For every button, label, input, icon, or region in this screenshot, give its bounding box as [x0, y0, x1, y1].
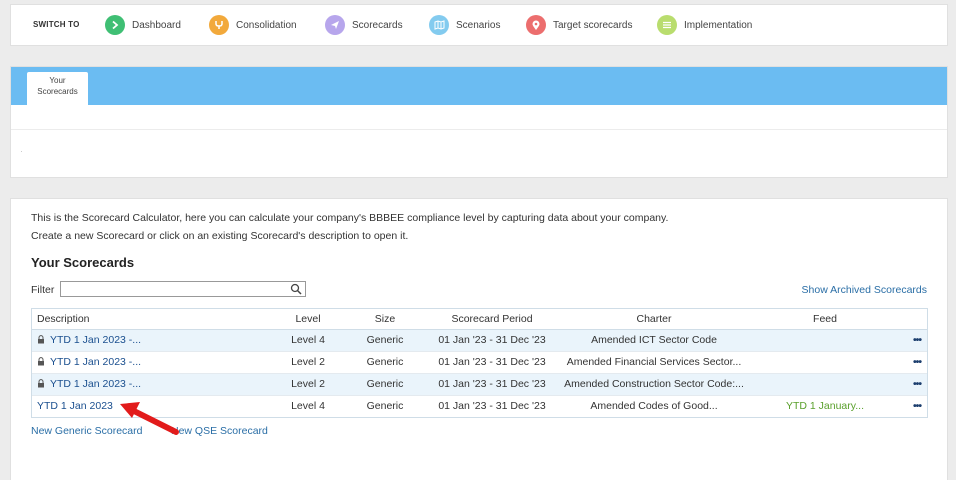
tabs-panel: Your Scorecards — [10, 66, 948, 178]
size-cell: Generic — [366, 356, 404, 368]
lock-icon — [38, 379, 44, 388]
map-icon — [429, 15, 449, 35]
level-cell: Level 4 — [291, 334, 325, 346]
tab-your-scorecards[interactable]: Your Scorecards — [27, 72, 88, 105]
show-archived-link[interactable]: Show Archived Scorecards — [802, 284, 927, 296]
paper-plane-icon — [325, 15, 345, 35]
intro-text-line2: Create a new Scorecard or click on an ex… — [31, 230, 409, 242]
col-period[interactable]: Scorecard Period — [427, 309, 557, 329]
chevron-right-icon — [105, 15, 125, 35]
row-menu-icon[interactable]: ••• — [910, 330, 924, 351]
table-row: YTD 1 Jan 2023 -... Level 2 Generic 01 J… — [32, 374, 927, 396]
level-cell: Level 4 — [291, 400, 325, 412]
table-header: Description Level Size Scorecard Period … — [32, 309, 927, 330]
switch-dashboard[interactable]: Dashboard — [105, 15, 181, 35]
tab-strip: Your Scorecards — [11, 67, 947, 105]
size-cell: Generic — [366, 334, 404, 346]
charter-cell: Amended ICT Sector Code — [591, 334, 717, 346]
col-charter[interactable]: Charter — [554, 309, 754, 329]
switch-scenarios-label: Scenarios — [456, 19, 501, 31]
switch-dashboard-label: Dashboard — [132, 19, 181, 31]
charter-cell: Amended Construction Sector Code:... — [564, 378, 744, 390]
red-arrow-annotation — [120, 402, 179, 435]
switch-consolidation-label: Consolidation — [236, 19, 297, 31]
level-cell: Level 2 — [291, 356, 325, 368]
description-cell: YTD 1 Jan 2023 -... — [37, 330, 141, 351]
switch-consolidation[interactable]: Consolidation — [209, 15, 297, 35]
filter-label: Filter — [31, 284, 55, 296]
switch-scorecards[interactable]: Scorecards — [325, 15, 403, 35]
intro-text-line1: This is the Scorecard Calculator, here y… — [31, 212, 669, 224]
col-description[interactable]: Description — [37, 309, 90, 329]
row-menu-icon[interactable]: ••• — [910, 396, 924, 417]
new-qse-scorecard-link[interactable]: New QSE Scorecard — [171, 425, 268, 437]
period-cell: 01 Jan '23 - 31 Dec '23 — [438, 378, 546, 390]
divider — [11, 129, 947, 130]
switch-to-label: SWITCH TO — [33, 20, 80, 29]
fork-icon — [209, 15, 229, 35]
feed-link[interactable]: YTD 1 January... — [786, 400, 864, 412]
description-link[interactable]: YTD 1 Jan 2023 -... — [50, 378, 141, 390]
period-cell: 01 Jan '23 - 31 Dec '23 — [438, 356, 546, 368]
description-link[interactable]: YTD 1 Jan 2023 — [37, 400, 113, 412]
search-icon[interactable] — [290, 283, 302, 295]
lock-icon — [38, 335, 44, 344]
switch-target-scorecards[interactable]: Target scorecards — [526, 15, 632, 35]
switch-bar: SWITCH TO Dashboard Consolidation Scorec… — [10, 4, 948, 46]
col-level[interactable]: Level — [285, 309, 331, 329]
switch-scorecards-label: Scorecards — [352, 19, 403, 31]
description-cell: YTD 1 Jan 2023 -... — [37, 352, 141, 373]
charter-cell: Amended Financial Services Sector... — [566, 356, 742, 368]
col-feed[interactable]: Feed — [775, 309, 875, 329]
description-cell: YTD 1 Jan 2023 — [37, 396, 113, 417]
switch-scenarios[interactable]: Scenarios — [429, 15, 500, 35]
switch-implementation-label: Implementation — [684, 19, 753, 31]
period-cell: 01 Jan '23 - 31 Dec '23 — [438, 400, 546, 412]
table-row: YTD 1 Jan 2023 -... Level 4 Generic 01 J… — [32, 330, 927, 352]
size-cell: Generic — [366, 378, 404, 390]
level-cell: Level 2 — [291, 378, 325, 390]
lock-icon — [38, 357, 44, 366]
feed-cell: YTD 1 January... — [775, 396, 875, 417]
row-menu-icon[interactable]: ••• — [910, 352, 924, 373]
filter-input[interactable] — [60, 281, 306, 297]
decorative-dot — [21, 151, 22, 152]
col-size[interactable]: Size — [362, 309, 408, 329]
description-link[interactable]: YTD 1 Jan 2023 -... — [50, 334, 141, 346]
description-cell: YTD 1 Jan 2023 -... — [37, 374, 141, 395]
table-row: YTD 1 Jan 2023 -... Level 2 Generic 01 J… — [32, 352, 927, 374]
period-cell: 01 Jan '23 - 31 Dec '23 — [438, 334, 546, 346]
map-pin-icon — [526, 15, 546, 35]
charter-cell: Amended Codes of Good... — [590, 400, 718, 412]
switch-implementation[interactable]: Implementation — [657, 15, 752, 35]
list-icon — [657, 15, 677, 35]
tab-label-line2: Scorecards — [37, 87, 78, 96]
description-link[interactable]: YTD 1 Jan 2023 -... — [50, 356, 141, 368]
tab-label-line1: Your — [49, 76, 66, 85]
row-menu-icon[interactable]: ••• — [910, 374, 924, 395]
page-title: Your Scorecards — [31, 255, 135, 270]
switch-target-scorecards-label: Target scorecards — [553, 19, 633, 31]
size-cell: Generic — [366, 400, 404, 412]
